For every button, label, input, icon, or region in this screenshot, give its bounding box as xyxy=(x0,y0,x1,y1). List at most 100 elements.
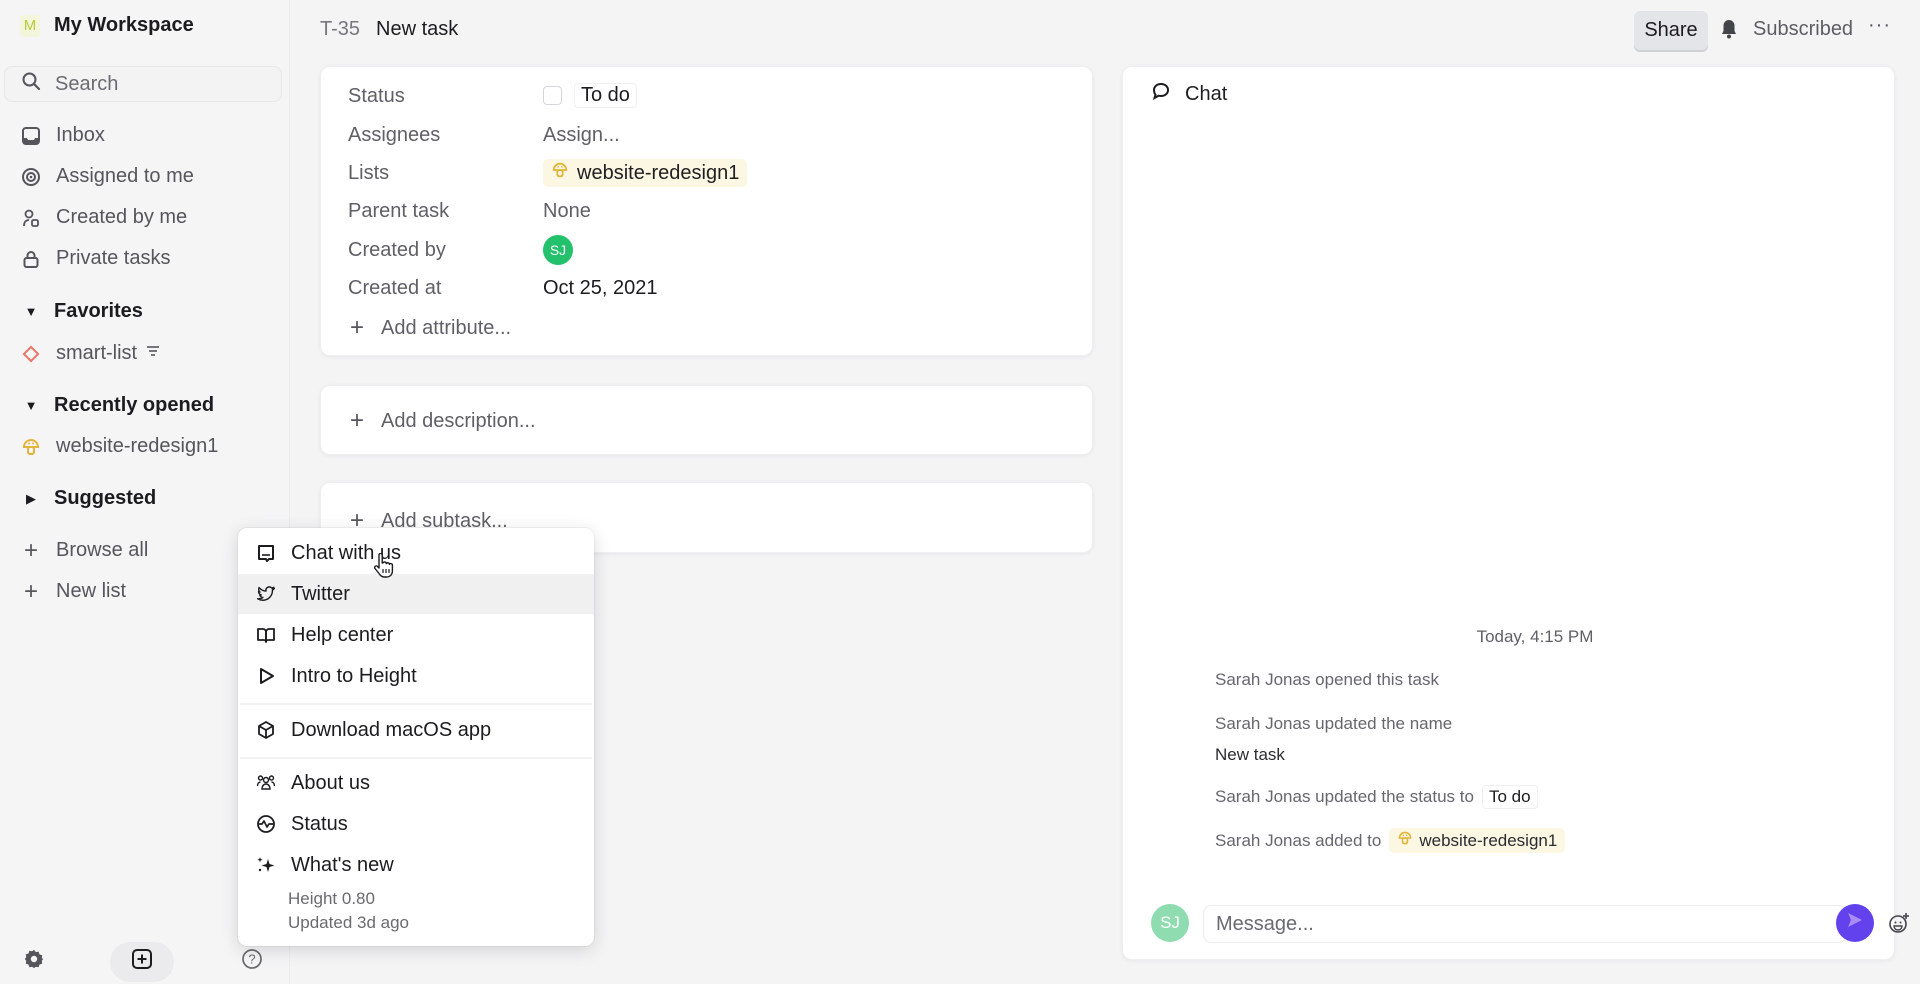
activity-text: Sarah Jonas updated the name xyxy=(1215,714,1453,733)
team-icon xyxy=(255,772,277,794)
caret-right-icon: ▶ xyxy=(26,490,36,506)
menu-item-about-us[interactable]: About us xyxy=(238,763,594,803)
activity-item: Sarah Jonas opened this task xyxy=(1215,670,1439,690)
share-button[interactable]: Share xyxy=(1634,11,1708,50)
workspace-name: My Workspace xyxy=(54,14,194,36)
menu-item-intro-to-height[interactable]: Intro to Height xyxy=(238,656,594,696)
description-card[interactable]: + Add description... xyxy=(320,385,1093,455)
section-suggested[interactable]: ▶ Suggested xyxy=(22,487,156,510)
send-icon xyxy=(1846,911,1864,935)
created-by-field: SJ xyxy=(543,235,573,265)
menu-item-status[interactable]: Status xyxy=(238,804,594,844)
menu-item-label: Download macOS app xyxy=(291,718,492,741)
menu-item-twitter[interactable]: Twitter xyxy=(238,574,594,614)
inbox-icon xyxy=(20,125,42,147)
lists-field[interactable]: website-redesign1 xyxy=(543,159,748,187)
add-attribute-button[interactable]: + Add attribute... xyxy=(349,314,511,342)
activity-item: Sarah Jonas updated the name xyxy=(1215,714,1452,734)
gear-icon xyxy=(23,948,45,976)
updated-label: Updated 3d ago xyxy=(288,913,409,932)
twitter-icon xyxy=(255,583,277,605)
play-icon xyxy=(255,665,277,687)
menu-divider xyxy=(240,703,592,705)
avatar[interactable]: SJ xyxy=(543,235,573,265)
more-options-button[interactable]: ··· xyxy=(1868,14,1891,37)
activity-item-detail: New task xyxy=(1215,745,1285,765)
chat-bubble-icon xyxy=(1151,81,1171,107)
sidebar-bottom-bar: ? xyxy=(0,942,290,982)
search-placeholder: Search xyxy=(55,72,119,95)
emoji-add-icon[interactable] xyxy=(1888,912,1910,934)
workspace-badge: M xyxy=(20,14,40,37)
property-label: Created at xyxy=(348,277,442,299)
subscribed-toggle[interactable]: Subscribed xyxy=(1753,18,1853,41)
sidebar-item-label: Assigned to me xyxy=(56,165,194,187)
property-label: Status xyxy=(348,85,405,107)
list-chip-label: website-redesign1 xyxy=(577,161,740,184)
chat-header: Chat xyxy=(1151,81,1227,107)
sidebar-item-assigned-to-me[interactable]: Assigned to me xyxy=(20,165,194,188)
list-chip[interactable]: website-redesign1 xyxy=(543,159,748,187)
sidebar-item-private-tasks[interactable]: Private tasks xyxy=(20,247,170,270)
menu-item-label: Twitter xyxy=(291,582,350,605)
send-button[interactable] xyxy=(1836,904,1874,942)
sidebar-item-website-redesign1[interactable]: website-redesign1 xyxy=(20,435,218,458)
mushroom-icon xyxy=(551,161,569,185)
list-chip[interactable]: website-redesign1 xyxy=(1389,828,1566,853)
sidebar-item-label: Inbox xyxy=(56,124,105,146)
sidebar-item-inbox[interactable]: Inbox xyxy=(20,124,105,147)
section-recently-opened[interactable]: ▼ Recently opened xyxy=(22,394,214,417)
workspace-switcher[interactable]: M My Workspace xyxy=(20,14,194,37)
task-title[interactable]: New task xyxy=(376,18,458,41)
settings-button[interactable] xyxy=(14,942,54,982)
help-menu: Chat with us Twitter Help center Intro t… xyxy=(238,528,594,946)
assignees-field[interactable]: Assign... xyxy=(543,124,620,147)
menu-item-label: Help center xyxy=(291,623,394,646)
svg-text:?: ? xyxy=(248,952,255,967)
create-task-button[interactable] xyxy=(110,942,174,982)
question-circle-icon: ? xyxy=(241,948,263,976)
menu-item-download-macos[interactable]: Download macOS app xyxy=(238,710,594,750)
parent-task-field[interactable]: None xyxy=(543,200,591,223)
chat-title: Chat xyxy=(1185,82,1228,105)
message-input[interactable]: Message... xyxy=(1203,905,1847,943)
activity-text: Sarah Jonas updated the status to xyxy=(1215,787,1474,806)
sidebar-item-label: Created by me xyxy=(56,206,188,228)
menu-item-label: Status xyxy=(291,812,348,835)
menu-item-label: What's new xyxy=(291,853,394,876)
help-button[interactable]: ? xyxy=(232,942,272,982)
sidebar-item-label: website-redesign1 xyxy=(56,435,219,457)
chat-panel: Chat Today, 4:15 PM Sarah Jonas opened t… xyxy=(1122,66,1909,960)
bell-icon[interactable] xyxy=(1720,18,1738,46)
plus-icon: + xyxy=(349,407,364,434)
sidebar-item-created-by-me[interactable]: Created by me xyxy=(20,206,187,229)
created-at-value: Oct 25, 2021 xyxy=(543,277,658,299)
add-description-button[interactable]: + Add description... xyxy=(349,407,536,435)
activity-item: Sarah Jonas updated the status to To do xyxy=(1215,785,1538,809)
property-label: Parent task xyxy=(348,200,450,222)
add-description-label: Add description... xyxy=(381,409,536,432)
lock-icon xyxy=(20,248,42,270)
version-label: Height 0.80 xyxy=(288,889,375,908)
task-properties-card: Status To do Assignees Assign... Lists w… xyxy=(320,66,1093,356)
new-list-button[interactable]: + New list xyxy=(20,578,126,605)
section-favorites[interactable]: ▼ Favorites xyxy=(22,300,143,323)
status-checkbox[interactable] xyxy=(543,86,562,105)
composer-avatar: SJ xyxy=(1151,904,1189,942)
search-input[interactable]: Search xyxy=(4,66,282,102)
menu-item-chat-with-us[interactable]: Chat with us xyxy=(238,533,594,573)
chat-bubble-icon xyxy=(255,542,277,564)
box-icon xyxy=(255,719,277,741)
hand-cursor-icon xyxy=(372,552,394,585)
search-icon xyxy=(21,71,41,97)
target-icon xyxy=(20,166,42,188)
caret-down-icon: ▼ xyxy=(24,398,38,413)
status-field[interactable]: To do xyxy=(543,83,637,111)
menu-item-help-center[interactable]: Help center xyxy=(238,615,594,655)
sidebar-item-smart-list[interactable]: smart-list xyxy=(20,342,161,365)
browse-all-button[interactable]: + Browse all xyxy=(20,537,148,564)
plus-icon: + xyxy=(349,314,364,341)
menu-item-whats-new[interactable]: What's new xyxy=(238,845,594,885)
status-value: To do xyxy=(574,83,637,108)
activity-item: Sarah Jonas added to website-redesign1 xyxy=(1215,828,1566,853)
